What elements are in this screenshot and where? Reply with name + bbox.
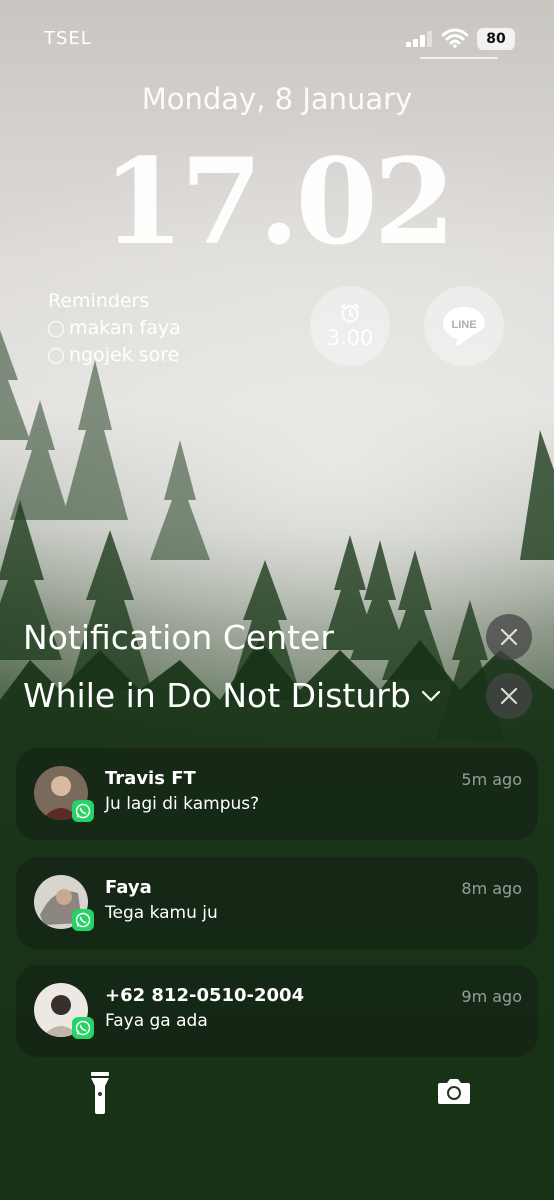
alarm-clock-icon bbox=[341, 303, 359, 323]
flashlight-icon[interactable] bbox=[90, 1072, 110, 1114]
whatsapp-icon bbox=[72, 909, 94, 931]
notification-sender: +62 812-0510-2004 bbox=[105, 985, 305, 1006]
clear-dnd-button[interactable] bbox=[486, 673, 532, 719]
notification-card[interactable]: Faya Tega kamu ju 8m ago bbox=[16, 857, 538, 949]
reminder-item[interactable]: ngojek sore bbox=[48, 342, 181, 369]
carrier-label: TSEL bbox=[44, 28, 92, 49]
notification-sender: Travis FT bbox=[105, 768, 196, 789]
notification-center-title: Notification Center bbox=[23, 618, 334, 657]
notification-card[interactable]: Travis FT Ju lagi di kampus? 5m ago bbox=[16, 748, 538, 840]
lock-date: Monday, 8 January bbox=[141, 82, 413, 116]
reminder-checkbox-icon[interactable] bbox=[48, 320, 64, 337]
notification-time: 9m ago bbox=[461, 987, 522, 1006]
alarm-widget[interactable]: 3.00 bbox=[310, 286, 390, 366]
reminders-title: Reminders bbox=[48, 290, 150, 312]
reminder-label: makan faya bbox=[69, 317, 181, 339]
status-bar: TSEL 80 bbox=[0, 28, 554, 52]
notification-card[interactable]: +62 812-0510-2004 Faya ga ada 9m ago bbox=[16, 965, 538, 1057]
whatsapp-icon bbox=[72, 800, 94, 822]
reminders-widget[interactable]: Reminders makan faya ngojek sore bbox=[48, 288, 181, 369]
lock-time: 17.02 bbox=[102, 132, 456, 271]
reminder-item[interactable]: makan faya bbox=[48, 315, 181, 342]
notification-sender: Faya bbox=[105, 877, 152, 898]
notification-message: Ju lagi di kampus? bbox=[105, 794, 260, 814]
line-label: LINE bbox=[451, 319, 476, 331]
notification-message: Tega kamu ju bbox=[105, 903, 218, 923]
notification-message: Faya ga ada bbox=[105, 1011, 208, 1031]
wifi-icon bbox=[442, 28, 468, 48]
close-icon bbox=[500, 687, 518, 705]
camera-icon[interactable] bbox=[437, 1077, 471, 1105]
notification-time: 5m ago bbox=[461, 770, 522, 789]
chevron-down-icon bbox=[421, 690, 440, 702]
dnd-title: While in Do Not Disturb bbox=[23, 676, 411, 715]
line-app-icon: LINE bbox=[443, 307, 485, 346]
reminder-label: ngojek sore bbox=[69, 344, 180, 366]
cellular-signal-icon bbox=[406, 31, 432, 47]
notification-time: 8m ago bbox=[461, 879, 522, 898]
control-center-indicator[interactable] bbox=[420, 57, 498, 59]
battery-indicator: 80 bbox=[477, 28, 515, 50]
reminder-checkbox-icon[interactable] bbox=[48, 347, 64, 364]
dnd-section-header[interactable]: While in Do Not Disturb bbox=[23, 676, 441, 715]
line-widget[interactable]: LINE bbox=[424, 286, 504, 366]
alarm-time: 3.00 bbox=[326, 326, 374, 350]
clear-notifications-button[interactable] bbox=[486, 614, 532, 660]
close-icon bbox=[500, 628, 518, 646]
whatsapp-icon bbox=[72, 1017, 94, 1039]
